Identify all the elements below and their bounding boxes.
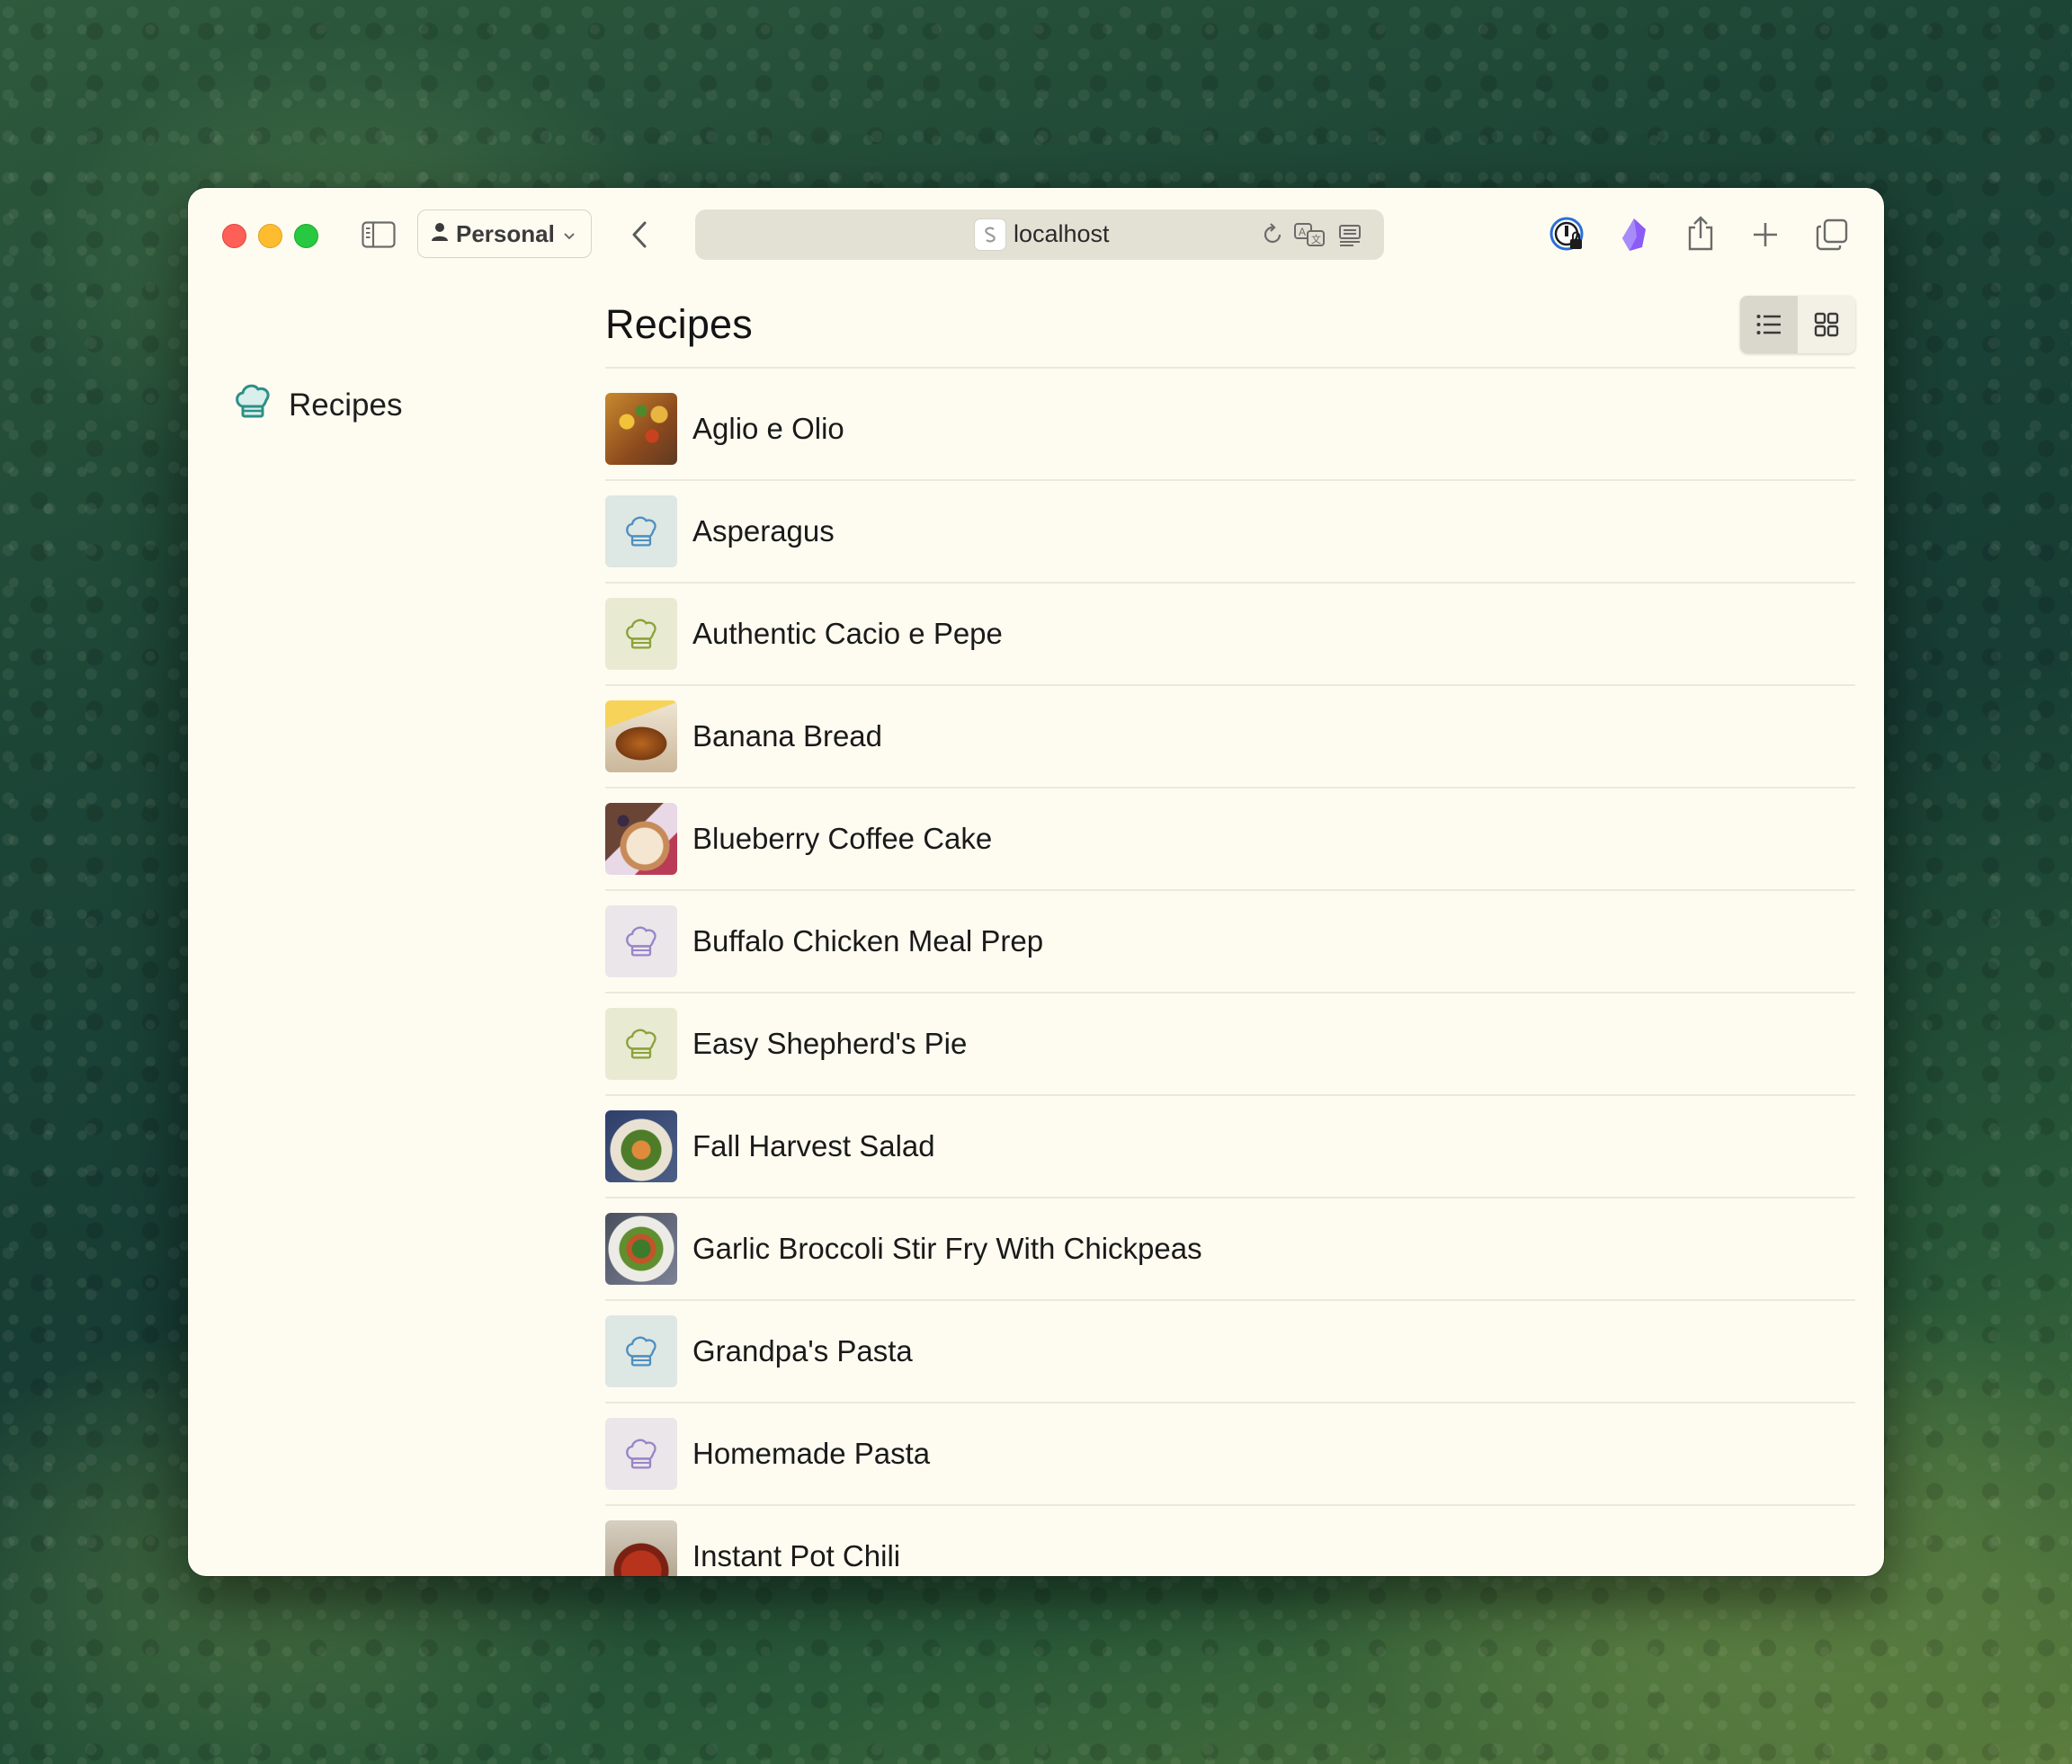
- list-item[interactable]: Banana Bread: [605, 686, 1855, 788]
- chevron-down-icon: [562, 220, 576, 248]
- chef-hat-icon: [233, 382, 272, 428]
- list-item[interactable]: Fall Harvest Salad: [605, 1096, 1855, 1198]
- minimize-window-button[interactable]: [258, 224, 282, 248]
- recipe-name: Buffalo Chicken Meal Prep: [692, 924, 1044, 958]
- reader-mode-icon[interactable]: [1335, 220, 1364, 249]
- recipe-thumbnail: [605, 700, 677, 772]
- profile-switcher[interactable]: Personal: [417, 209, 592, 258]
- page-title: Recipes: [605, 301, 753, 347]
- recipe-thumbnail: [605, 1110, 677, 1182]
- recipe-thumbnail: [605, 1520, 677, 1576]
- recipe-name: Authentic Cacio e Pepe: [692, 617, 1003, 650]
- recipe-thumbnail: [605, 803, 677, 875]
- chef-hat-icon: [605, 1315, 677, 1387]
- zoom-window-button[interactable]: [294, 224, 318, 248]
- tab-overview-icon[interactable]: [1812, 215, 1852, 254]
- title-divider: [605, 367, 1855, 369]
- site-favicon-icon: [974, 218, 1006, 251]
- list-icon: [1756, 315, 1781, 334]
- chef-hat-icon: [605, 1418, 677, 1490]
- svg-text:文: 文: [1311, 233, 1321, 245]
- list-view-button[interactable]: [1740, 296, 1798, 353]
- grid-view-button[interactable]: [1798, 296, 1855, 353]
- share-icon[interactable]: [1681, 213, 1720, 254]
- svg-text:A: A: [1299, 226, 1306, 238]
- sidebar-toggle-icon[interactable]: [361, 217, 397, 253]
- recipe-name: Grandpa's Pasta: [692, 1334, 913, 1368]
- list-item[interactable]: Authentic Cacio e Pepe: [605, 584, 1855, 686]
- list-item[interactable]: Garlic Broccoli Stir Fry With Chickpeas: [605, 1198, 1855, 1301]
- grid-icon: [1814, 312, 1839, 337]
- recipe-name: Fall Harvest Salad: [692, 1129, 935, 1163]
- chef-hat-icon: [605, 905, 677, 977]
- recipe-name: Blueberry Coffee Cake: [692, 822, 993, 855]
- recipe-name: Asperagus: [692, 514, 835, 548]
- list-item[interactable]: Instant Pot Chili: [605, 1506, 1855, 1576]
- recipe-name: Homemade Pasta: [692, 1437, 931, 1470]
- reload-icon[interactable]: [1258, 220, 1287, 249]
- recipe-thumbnail: [605, 393, 677, 465]
- translate-icon[interactable]: A文: [1292, 218, 1328, 251]
- view-mode-toggle: [1740, 296, 1855, 353]
- recipe-thumbnail: [605, 1213, 677, 1285]
- recipe-name: Aglio e Olio: [692, 412, 844, 445]
- list-item[interactable]: Easy Shepherd's Pie: [605, 993, 1855, 1096]
- url-text: localhost: [1014, 220, 1110, 247]
- list-item[interactable]: Aglio e Olio: [605, 379, 1855, 481]
- chef-hat-icon: [605, 495, 677, 567]
- list-item[interactable]: Grandpa's Pasta: [605, 1301, 1855, 1403]
- list-item[interactable]: Blueberry Coffee Cake: [605, 788, 1855, 891]
- recipe-list: Aglio e Olio Asperagus Authentic Cacio e…: [605, 379, 1855, 1576]
- recipe-name: Easy Shepherd's Pie: [692, 1027, 968, 1060]
- sidebar-item-label: Recipes: [289, 387, 403, 423]
- recipe-name: Banana Bread: [692, 719, 883, 753]
- close-window-button[interactable]: [222, 224, 246, 248]
- recipe-name: Instant Pot Chili: [692, 1539, 901, 1572]
- list-item[interactable]: Buffalo Chicken Meal Prep: [605, 891, 1855, 993]
- new-tab-icon[interactable]: [1747, 217, 1783, 253]
- list-item[interactable]: Homemade Pasta: [605, 1403, 1855, 1506]
- obsidian-extension-icon[interactable]: [1614, 215, 1654, 254]
- browser-toolbar: Personal localhost A文: [188, 188, 1884, 287]
- list-item[interactable]: Asperagus: [605, 481, 1855, 584]
- sidebar-item-recipes[interactable]: Recipes: [233, 382, 402, 428]
- profile-label: Personal: [456, 219, 555, 247]
- recipe-name: Garlic Broccoli Stir Fry With Chickpeas: [692, 1232, 1202, 1265]
- chef-hat-icon: [605, 598, 677, 670]
- password-manager-icon[interactable]: [1548, 215, 1587, 254]
- person-icon: [431, 220, 449, 248]
- address-bar[interactable]: localhost A文: [695, 209, 1384, 260]
- chef-hat-icon: [605, 1008, 677, 1080]
- browser-window: Personal localhost A文 Recipes Recipes Ag…: [188, 188, 1884, 1576]
- back-arrow-icon[interactable]: [621, 217, 657, 253]
